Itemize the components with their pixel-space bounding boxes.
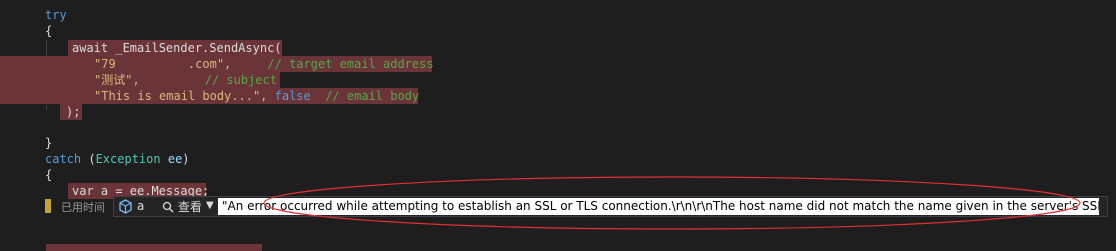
open-brace: { [45,168,53,182]
datatip[interactable]: a 查看 ▼ "An error occurred while attempti… [113,196,1108,217]
exception-type: Exception [95,152,161,166]
code-line: ); [66,104,80,120]
code-line: "测试", // subject [94,72,277,88]
code-line: catch (Exception ee) [45,152,190,166]
magnifier-icon [162,201,174,213]
datatip-value-field[interactable]: "An error occurred while attempting to e… [218,198,1099,215]
close-paren: ); [66,105,81,119]
keyword-catch: catch [45,152,82,166]
execution-marker [45,199,51,213]
code-line: { [45,23,52,39]
email-string: "79 [94,57,116,71]
open-brace: { [45,24,53,38]
code-line: await _EmailSender.SendAsync( [72,40,282,56]
subject-string: "测试", [94,73,140,87]
comment: // email body [325,89,420,103]
code-line: try [45,7,67,23]
comment: // subject [204,73,277,87]
close-brace: } [45,136,53,150]
keyword-false: false [274,89,311,103]
comment: // target email address [267,57,434,71]
await-call: await _EmailSender.SendAsync( [72,41,282,55]
email-string-rest: .com", [115,57,232,71]
elapsed-time-label: 已用时间 [61,201,105,214]
code-line: } [45,135,52,151]
view-button[interactable]: 查看 [162,198,202,215]
statement-highlight [46,244,262,251]
body-string: "This is email body...", [94,89,268,103]
code-line: { [45,167,52,183]
keyword-try: try [45,8,67,22]
code-line: "79 .com", // target email address [94,56,434,72]
code-line: "This is email body...", false // email … [94,88,419,104]
view-label: 查看 [177,200,202,214]
watch-variable-icon[interactable] [118,199,133,214]
exception-variable: ee [167,152,183,166]
datatip-variable-name: a [137,199,145,213]
dropdown-caret-icon[interactable]: ▼ [206,200,214,211]
